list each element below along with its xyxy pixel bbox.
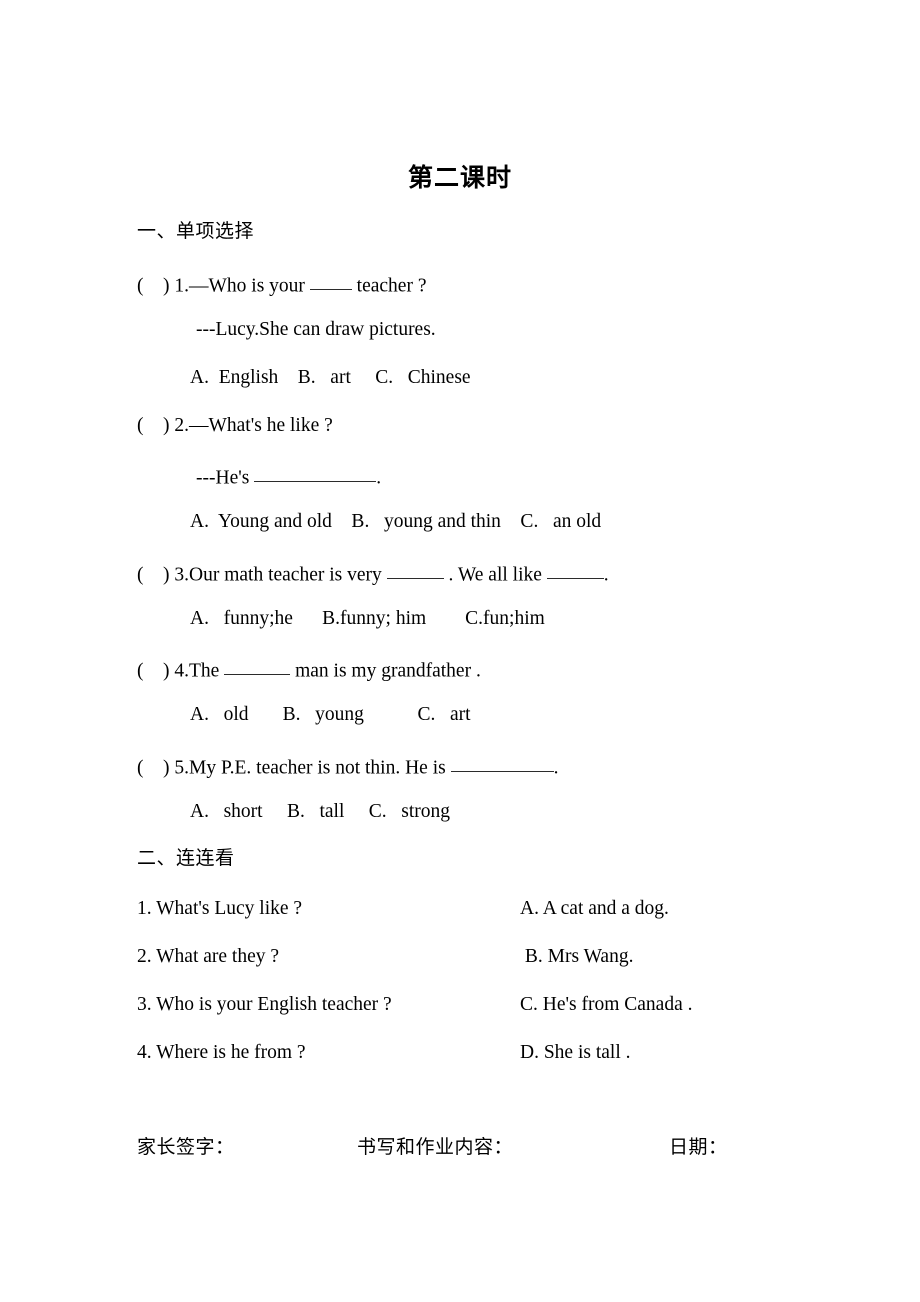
question-5-stem: ( ) 5.My P.E. teacher is not thin. He is… (137, 752, 558, 780)
match-right-item-a[interactable]: A. A cat and a dog. (520, 897, 669, 920)
section-heading-matching: 二、连连看 (137, 848, 235, 869)
question-2-blank[interactable] (254, 462, 377, 482)
question-1-stem-after: teacher ? (351, 275, 427, 297)
match-left-item-2[interactable]: 2. What are they ? (137, 945, 279, 968)
match-right-item-d[interactable]: D. She is tall . (520, 1041, 631, 1064)
match-left-item-4[interactable]: 4. Where is he from ? (137, 1041, 306, 1064)
question-2-options[interactable]: A. Young and old B. young and thin C. an… (190, 510, 601, 533)
question-4-stem-before: The (189, 660, 225, 682)
question-3-options[interactable]: A. funny;he B.funny; him C.fun;him (190, 607, 545, 630)
question-2-sub-before: ---He's (196, 467, 255, 489)
question-1-options[interactable]: A. English B. art C. Chinese (190, 366, 471, 389)
question-3-blank-1[interactable] (386, 559, 444, 579)
question-4-stem: ( ) 4.The man is my grandfather . (137, 655, 481, 683)
match-right-item-c[interactable]: C. He's from Canada . (520, 993, 692, 1016)
question-4-blank[interactable] (224, 655, 291, 675)
match-right-item-b[interactable]: B. Mrs Wang. (520, 945, 634, 968)
footer-date: 日期： (669, 1137, 728, 1158)
question-1-marker: ( ) 1. (137, 275, 189, 297)
question-2-sub-after: . (376, 467, 382, 489)
question-2-sub-line: ---He's . (196, 462, 381, 490)
question-1-sub-line: ---Lucy.She can draw pictures. (196, 319, 436, 340)
question-3-stem-after: . (603, 564, 609, 586)
page-title: 第二课时 (407, 165, 512, 192)
question-3-marker: ( ) 3. (137, 564, 189, 586)
question-3-blank-2[interactable] (546, 559, 604, 579)
footer-homework-content: 书写和作业内容： (357, 1137, 514, 1158)
footer-parent-signature: 家长签字： (137, 1137, 235, 1158)
question-4-options[interactable]: A. old B. young C. art (190, 703, 471, 726)
question-5-stem-before: My P.E. teacher is not thin. He is (189, 757, 451, 779)
match-left-item-1[interactable]: 1. What's Lucy like ? (137, 897, 302, 920)
worksheet-page: 第二课时 一、单项选择 ( ) 1.—Who is your teacher ?… (0, 0, 920, 1302)
question-3-stem: ( ) 3.Our math teacher is very . We all … (137, 559, 609, 587)
question-5-stem-after: . (553, 757, 559, 779)
question-3-stem-middle: . We all like (443, 564, 547, 586)
question-2-stem: ( ) 2.—What's he like ? (137, 414, 333, 437)
question-1-stem: ( ) 1.—Who is your teacher ? (137, 270, 426, 298)
question-2-marker: ( ) 2. (137, 415, 189, 436)
question-1-stem-before: —Who is your (189, 275, 310, 297)
section-heading-multiple-choice: 一、单项选择 (137, 221, 255, 242)
question-5-blank[interactable] (450, 752, 554, 772)
question-4-marker: ( ) 4. (137, 660, 189, 682)
question-1-blank[interactable] (309, 270, 352, 290)
question-2-stem-before: —What's he like ? (189, 415, 333, 436)
question-5-marker: ( ) 5. (137, 757, 189, 779)
question-5-options[interactable]: A. short B. tall C. strong (190, 800, 450, 823)
question-4-stem-after: man is my grandfather . (290, 660, 481, 682)
match-left-item-3[interactable]: 3. Who is your English teacher ? (137, 993, 392, 1016)
question-3-stem-before: Our math teacher is very (189, 564, 387, 586)
